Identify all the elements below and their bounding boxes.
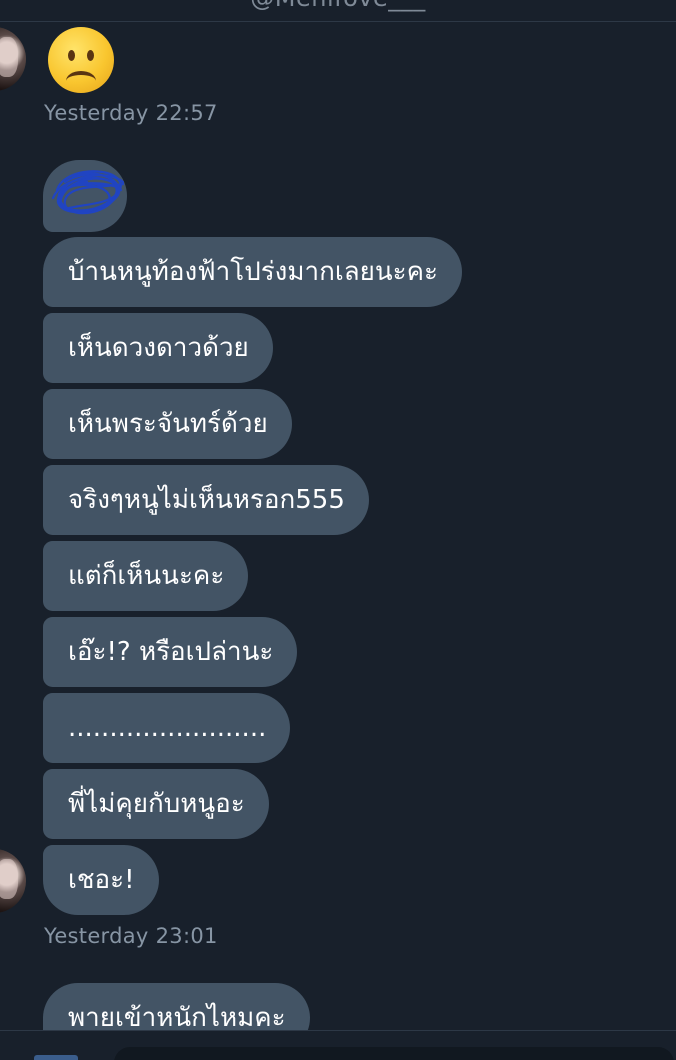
- message-composer: [0, 1031, 676, 1060]
- message-text: จริงๆหนูไม่เห็นหรอก555: [68, 485, 345, 515]
- message-timestamp: Yesterday 22:57: [44, 101, 218, 125]
- message-text: เห็นพระจันทร์ด้วย: [68, 409, 268, 439]
- message-bubble[interactable]: บ้านหนูท้องฟ้าโปร่งมากเลยนะคะ: [43, 237, 463, 307]
- media-icon[interactable]: [34, 1055, 78, 1060]
- message-text: ........................: [68, 713, 267, 743]
- message-bubble[interactable]: เห็นดวงดาวด้วย: [43, 313, 273, 383]
- message-bubble[interactable]: แต่ก็เห็นนะคะ: [43, 541, 249, 611]
- message-text: เชอะ!: [68, 865, 135, 895]
- sender-avatar[interactable]: [0, 849, 26, 913]
- message-timestamp: Yesterday 23:01: [44, 924, 218, 948]
- conversation-handle[interactable]: @Menifove___: [0, 0, 676, 12]
- message-text: พี่ไม่คุยกับหนูอะ: [68, 789, 245, 819]
- message-text: บ้านหนูท้องฟ้าโปร่งมากเลยนะคะ: [68, 257, 439, 287]
- message-bubble[interactable]: พี่ไม่คุยกับหนูอะ: [43, 769, 269, 839]
- message-bubble[interactable]: เชอะ!: [43, 845, 159, 915]
- message-bubble[interactable]: เอ๊ะ!? หรือเปล่านะ: [43, 617, 298, 687]
- redacted-message-bubble[interactable]: [43, 160, 127, 232]
- dm-conversation-screen: @Menifove___ Yesterday 22:57 บ้านหนูท้อง…: [0, 0, 676, 1060]
- message-bubble[interactable]: เห็นพระจันทร์ด้วย: [43, 389, 292, 459]
- message-text: เห็นดวงดาวด้วย: [68, 333, 249, 363]
- message-input[interactable]: [114, 1047, 674, 1060]
- scribble-redaction-icon: [51, 170, 125, 215]
- emoji-eye: [87, 50, 94, 61]
- emoji-eye: [68, 50, 75, 61]
- header-divider: [0, 21, 676, 22]
- emoji-mouth: [66, 71, 96, 91]
- message-text: เอ๊ะ!? หรือเปล่านะ: [68, 637, 274, 667]
- message-text: พายเข้าหนักไหมคะ: [68, 1003, 286, 1033]
- message-bubble[interactable]: จริงๆหนูไม่เห็นหรอก555: [43, 465, 369, 535]
- message-text: แต่ก็เห็นนะคะ: [68, 561, 225, 591]
- sender-avatar[interactable]: [0, 27, 26, 91]
- frowning-face-emoji-icon: [48, 27, 114, 93]
- message-bubble[interactable]: ........................: [43, 693, 291, 763]
